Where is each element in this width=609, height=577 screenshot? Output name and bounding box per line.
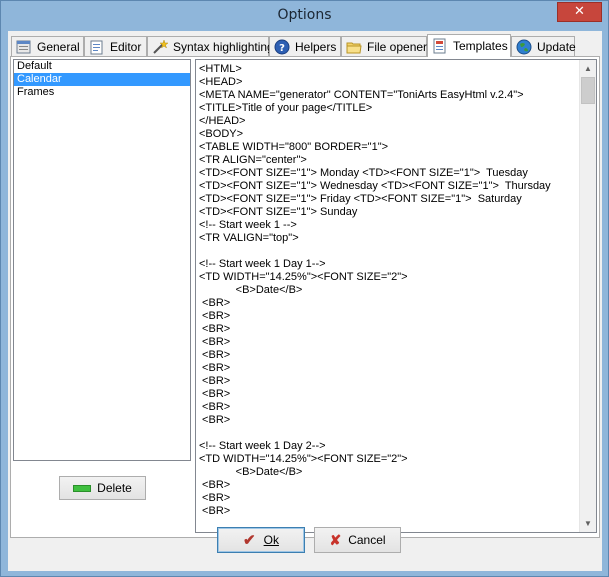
svg-text:?: ? bbox=[279, 43, 285, 54]
code-line[interactable]: <TD><FONT SIZE="1"> Sunday bbox=[199, 206, 579, 219]
template-item-default[interactable]: Default bbox=[14, 60, 190, 73]
delete-button-label: Delete bbox=[97, 481, 132, 495]
close-icon: ✕ bbox=[574, 4, 585, 19]
globe-icon bbox=[516, 39, 532, 55]
scroll-thumb[interactable] bbox=[581, 77, 595, 104]
code-line[interactable]: <TD WIDTH="14.25%"><FONT SIZE="2"> bbox=[199, 271, 579, 284]
code-line[interactable]: <TD><FONT SIZE="1"> Friday <TD><FONT SIZ… bbox=[199, 193, 579, 206]
tab-helpers-label: Helpers bbox=[295, 39, 337, 54]
code-line[interactable]: <TR ALIGN="center"> bbox=[199, 154, 579, 167]
options-window: Options ✕ General Editor Syntax highligh… bbox=[0, 0, 609, 577]
code-line[interactable]: <TR VALIGN="top"> bbox=[199, 232, 579, 245]
code-line[interactable]: <B>Date</B> bbox=[199, 466, 579, 479]
code-line[interactable]: <BODY> bbox=[199, 128, 579, 141]
editor-icon bbox=[89, 39, 105, 55]
tab-file-opener[interactable]: File opener bbox=[341, 36, 427, 56]
delete-icon bbox=[73, 484, 92, 492]
code-line[interactable] bbox=[199, 245, 579, 258]
code-line[interactable]: </HEAD> bbox=[199, 115, 579, 128]
tab-templates-label: Templates bbox=[453, 39, 508, 53]
tab-editor[interactable]: Editor bbox=[84, 36, 147, 56]
tab-templates[interactable]: Templates bbox=[427, 34, 511, 57]
ok-button[interactable]: ✔ Ok bbox=[217, 527, 305, 553]
tab-general-label: General bbox=[37, 39, 80, 54]
code-line[interactable]: <BR> bbox=[199, 362, 579, 375]
code-line[interactable]: <HTML> bbox=[199, 63, 579, 76]
editor-scrollbar[interactable]: ▲ ▼ bbox=[579, 60, 596, 532]
code-line[interactable]: <!-- Start week 1 --> bbox=[199, 219, 579, 232]
tab-file-opener-label: File opener bbox=[367, 39, 428, 54]
tab-helpers[interactable]: ? Helpers bbox=[269, 36, 341, 56]
code-line[interactable]: <TITLE>Title of your page</TITLE> bbox=[199, 102, 579, 115]
code-line[interactable]: <BR> bbox=[199, 323, 579, 336]
code-line[interactable]: <BR> bbox=[199, 479, 579, 492]
general-icon bbox=[16, 39, 32, 55]
code-line[interactable]: <BR> bbox=[199, 414, 579, 427]
tab-editor-label: Editor bbox=[110, 39, 142, 54]
tab-syntax-highlighting[interactable]: Syntax highlighting bbox=[147, 36, 274, 56]
code-line[interactable]: <META NAME="generator" CONTENT="ToniArts… bbox=[199, 89, 579, 102]
templates-icon bbox=[432, 38, 448, 54]
window-title: Options bbox=[277, 7, 332, 23]
template-item-frames[interactable]: Frames bbox=[14, 86, 190, 99]
cancel-button-label: Cancel bbox=[348, 533, 386, 547]
tab-general[interactable]: General bbox=[11, 36, 84, 56]
tab-update[interactable]: Update bbox=[511, 36, 576, 56]
code-line[interactable]: <TD><FONT SIZE="1"> Monday <TD><FONT SIZ… bbox=[199, 167, 579, 180]
title-bar[interactable]: Options ✕ bbox=[1, 1, 608, 31]
tab-strip: General Editor Syntax highlighting ? Hel… bbox=[11, 34, 601, 57]
tab-update-label: Update bbox=[537, 39, 576, 54]
template-code[interactable]: <HTML> <HEAD> <META NAME="generator" CONTE… bbox=[199, 63, 579, 518]
code-line[interactable]: <BR> bbox=[199, 492, 579, 505]
code-line[interactable]: <HEAD> bbox=[199, 76, 579, 89]
template-editor[interactable]: <HTML> <HEAD> <META NAME="generator" CONTE… bbox=[195, 59, 597, 533]
ok-button-label: Ok bbox=[263, 533, 279, 547]
folder-icon bbox=[346, 39, 362, 55]
cancel-x-icon: ✘ bbox=[329, 531, 342, 548]
code-line[interactable]: <TD><FONT SIZE="1"> Wednesday <TD><FONT … bbox=[199, 180, 579, 193]
code-line[interactable]: <BR> bbox=[199, 505, 579, 518]
template-list[interactable]: Default Calendar Frames bbox=[13, 59, 191, 461]
code-line[interactable]: <!-- Start week 1 Day 1--> bbox=[199, 258, 579, 271]
code-line[interactable]: <BR> bbox=[199, 401, 579, 414]
template-item-calendar[interactable]: Calendar bbox=[14, 73, 190, 86]
code-line[interactable]: <B>Date</B> bbox=[199, 284, 579, 297]
code-line[interactable]: <BR> bbox=[199, 336, 579, 349]
delete-button[interactable]: Delete bbox=[59, 476, 146, 500]
dialog-body: General Editor Syntax highlighting ? Hel… bbox=[8, 31, 602, 571]
cancel-button[interactable]: ✘ Cancel bbox=[314, 527, 401, 553]
code-line[interactable]: <!-- Start week 1 Day 2--> bbox=[199, 440, 579, 453]
tab-syntax-label: Syntax highlighting bbox=[173, 39, 274, 54]
code-line[interactable]: <BR> bbox=[199, 349, 579, 362]
code-line[interactable] bbox=[199, 427, 579, 440]
templates-panel: Default Calendar Frames Delete <HTML> <HE… bbox=[10, 56, 600, 538]
code-line[interactable]: <BR> bbox=[199, 297, 579, 310]
checkmark-icon: ✔ bbox=[243, 532, 256, 549]
code-line[interactable]: <TD WIDTH="14.25%"><FONT SIZE="2"> bbox=[199, 453, 579, 466]
scroll-down-arrow-icon[interactable]: ▼ bbox=[580, 515, 596, 532]
code-line[interactable]: <BR> bbox=[199, 388, 579, 401]
scroll-up-arrow-icon[interactable]: ▲ bbox=[580, 60, 596, 77]
code-line[interactable]: <BR> bbox=[199, 310, 579, 323]
code-line[interactable]: <BR> bbox=[199, 375, 579, 388]
syntax-wand-icon bbox=[152, 38, 169, 55]
help-icon: ? bbox=[274, 39, 290, 55]
close-button[interactable]: ✕ bbox=[557, 2, 602, 22]
code-line[interactable]: <TABLE WIDTH="800" BORDER="1"> bbox=[199, 141, 579, 154]
